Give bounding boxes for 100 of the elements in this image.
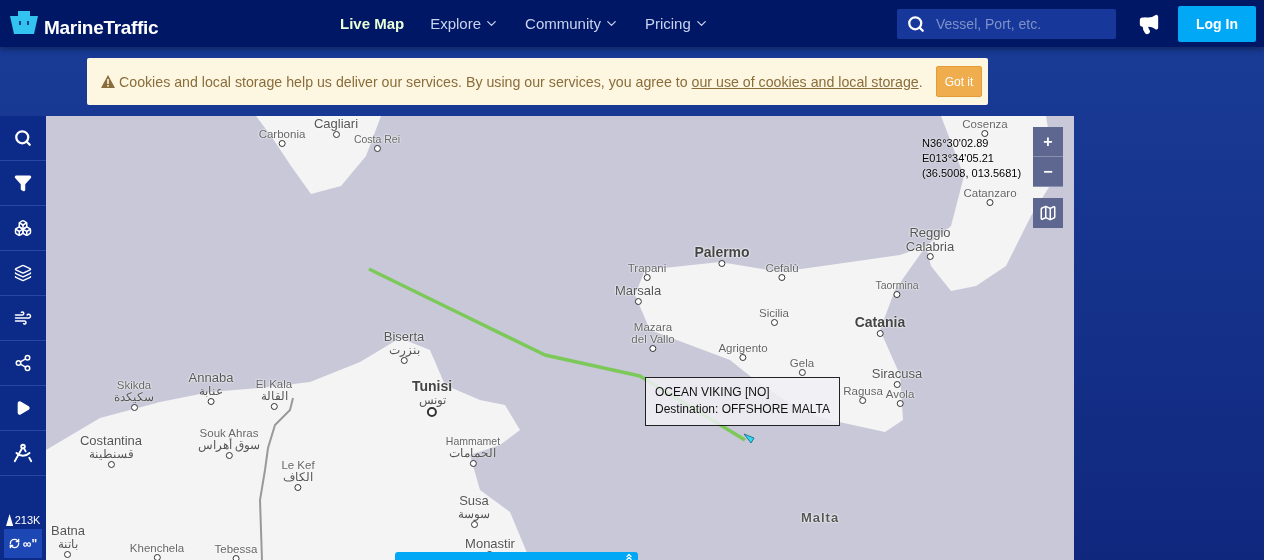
place-label: El Kala: [255, 378, 293, 391]
map-layers-button[interactable]: [1033, 198, 1063, 228]
place-label: Siracusa: [871, 367, 923, 381]
place-label-arabic: قسنطينة: [88, 447, 134, 461]
cookie-policy-link[interactable]: our use of cookies and local storage: [691, 73, 919, 90]
town-dot-icon: [373, 145, 381, 152]
town-dot-icon: [469, 460, 477, 468]
place-label-arabic: بنزرت: [388, 343, 420, 357]
search-field[interactable]: Vessel, Port, etc.: [897, 8, 1116, 39]
place-label: Skikda: [116, 379, 152, 392]
place-label: Biserta: [383, 330, 425, 344]
refresh-button[interactable]: ∞": [4, 529, 42, 558]
layers-icon: [14, 264, 32, 282]
town-dot-icon: [232, 555, 240, 560]
town-dot-icon: [225, 452, 233, 460]
wind-icon: [14, 309, 32, 327]
town-dot-icon: [470, 520, 478, 528]
town-dot-icon: [64, 550, 72, 558]
megaphone-icon: [1138, 12, 1160, 35]
refresh-icon: [8, 538, 20, 549]
funnel-icon: [14, 174, 32, 192]
nav-link[interactable]: Live Map: [338, 15, 407, 32]
place-label-arabic: سوق أهراس: [197, 439, 261, 453]
coordinate-text: E013°34'05.21: [922, 151, 995, 166]
place-label: Tunisi: [411, 379, 453, 394]
place-label-arabic: تونس: [418, 393, 446, 407]
search-icon: [14, 129, 32, 147]
network-icon: [14, 354, 32, 372]
town-dot-icon: [634, 297, 642, 305]
town-dot-icon: [778, 274, 786, 282]
place-label: Taormina: [875, 280, 919, 291]
place-label-arabic: عنابة: [199, 384, 223, 398]
town-dot-icon: [798, 369, 806, 377]
place-label: Marsala: [614, 284, 662, 298]
place-label: Mazara del Vallo: [631, 321, 675, 346]
town-dot-icon: [859, 397, 867, 405]
nav-link[interactable]: Community: [523, 15, 621, 32]
place-label: Avola: [885, 388, 915, 401]
place-label: Khenchela: [129, 542, 185, 555]
cookie-message: Cookies and local storage help us deliver our services. By using our services, you agree to our use of cookies and local storage.: [119, 73, 923, 90]
town-dot-icon: [400, 356, 408, 364]
place-label: Costa Rei: [353, 134, 401, 145]
place-label: Malta: [800, 511, 840, 525]
place-label: Annaba: [188, 371, 234, 385]
zoom-in-button[interactable]: +: [1033, 127, 1063, 157]
vessel-destination: Destination: OFFSHORE MALTA: [655, 401, 830, 418]
place-label: Monastir: [465, 537, 515, 551]
town-dot-icon: [739, 354, 747, 362]
map-icon: [1039, 204, 1057, 222]
town-dot-icon: [643, 274, 651, 282]
vessel-name: OCEAN VIKING [NO]: [655, 384, 771, 401]
ship-icon: [5, 514, 13, 526]
place-label: Catanzaro: [963, 187, 1017, 200]
zoom-out-button[interactable]: −: [1033, 157, 1063, 187]
place-label: Le Kef: [281, 459, 315, 472]
boxes-icon: [14, 219, 32, 237]
warning-icon: [101, 75, 115, 88]
place-label: Trapani: [627, 262, 667, 275]
place-label: Sicilia: [759, 307, 789, 320]
town-dot-icon: [278, 140, 286, 148]
town-dot-icon: [270, 403, 278, 411]
play-icon: [15, 400, 31, 416]
place-label: Hammamet: [445, 436, 501, 447]
place-label-arabic: سوسة: [458, 507, 490, 521]
town-dot-icon: [893, 291, 901, 298]
place-label: Agrigento: [718, 342, 768, 355]
place-label-arabic: القالة: [260, 390, 288, 404]
town-dot-icon: [207, 397, 215, 405]
town-dot-icon: [427, 406, 437, 417]
town-dot-icon: [718, 259, 726, 267]
nav-link[interactable]: Pricing: [642, 15, 711, 32]
place-label: Souk Ahras: [199, 427, 259, 439]
town-dot-icon: [770, 319, 778, 327]
place-label-arabic: الحمامات: [449, 447, 497, 461]
place-label: Batna: [51, 524, 85, 538]
place-label: Cosenza: [962, 118, 1008, 131]
place-label: Ragusa: [843, 385, 883, 398]
place-label: Susa: [459, 494, 489, 508]
logo-text[interactable]: MarineTraffic: [44, 16, 159, 39]
vessel-count: 213K: [14, 514, 41, 526]
town-dot-icon: [986, 199, 994, 207]
place-label: Gela: [789, 357, 815, 370]
town-dot-icon: [893, 380, 901, 388]
nav-link[interactable]: Explore: [428, 15, 502, 32]
town-dot-icon: [153, 554, 161, 560]
town-dot-icon: [876, 329, 884, 337]
place-label: Carbonia: [258, 128, 306, 141]
town-dot-icon: [294, 484, 302, 492]
town-dot-icon: [107, 460, 115, 468]
town-dot-icon: [130, 404, 138, 412]
coordinate-text: (36.5008, 013.5681): [922, 166, 1022, 181]
place-label: Cagliari: [313, 117, 359, 131]
town-dot-icon: [332, 130, 340, 138]
place-label: Catania: [854, 315, 906, 330]
chevrons-up-icon: [624, 552, 634, 560]
place-label-arabic: سكيكدة: [114, 391, 154, 405]
town-dot-icon: [981, 130, 989, 138]
coordinate-text: N36°30'02.89: [922, 136, 990, 151]
town-dot-icon: [649, 345, 657, 353]
place-label: Cefalù: [765, 262, 799, 275]
